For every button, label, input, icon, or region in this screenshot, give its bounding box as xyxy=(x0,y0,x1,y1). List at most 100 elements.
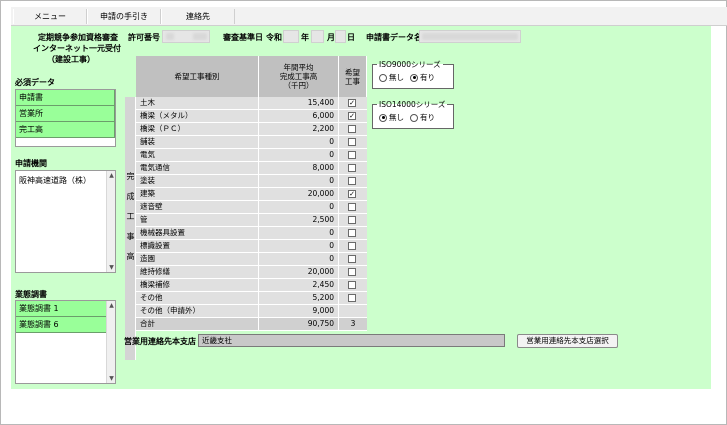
select-branch-button[interactable]: 営業用連絡先本支店選択 xyxy=(517,334,618,348)
amount-cell[interactable]: 9,000 xyxy=(259,305,339,317)
table-row: 塗装 0 xyxy=(136,175,367,188)
desired-cell xyxy=(339,292,367,304)
window-frame: メニュー 申請の手引き 連絡先 定期競争参加資格審査 インターネット一元受付 （… xyxy=(0,0,727,425)
amount-cell[interactable]: 0 xyxy=(259,227,339,239)
amount-cell[interactable]: 0 xyxy=(259,253,339,265)
desired-cell xyxy=(339,266,367,278)
survey-list-scrollbar[interactable]: ▲ ▼ xyxy=(106,301,115,383)
amount-cell[interactable]: 0 xyxy=(259,240,339,252)
work-type-cell: 機械器具設置 xyxy=(136,227,259,239)
list-item-survey-6[interactable]: 業態調書 6 xyxy=(16,317,107,333)
list-item-agency[interactable]: 阪神高速道路（株） xyxy=(19,175,91,186)
review-day-field[interactable] xyxy=(335,30,346,43)
total-count-cell: 3 xyxy=(339,318,367,330)
amount-cell[interactable]: 2,450 xyxy=(259,279,339,291)
amount-cell[interactable]: 15,400 xyxy=(259,97,339,109)
desired-cell xyxy=(339,123,367,135)
work-type-cell: 舗装 xyxy=(136,136,259,148)
row-group-char: 成 xyxy=(126,192,135,201)
iso9000-yes-radio[interactable] xyxy=(410,73,418,82)
scroll-up-icon[interactable]: ▲ xyxy=(107,171,116,180)
desired-checkbox[interactable]: ✓ xyxy=(348,99,356,107)
tab-contact[interactable]: 連絡先 xyxy=(161,9,235,24)
desired-checkbox[interactable]: ✓ xyxy=(348,112,356,120)
redacted-mark xyxy=(166,33,174,40)
desired-cell xyxy=(339,201,367,213)
amount-cell[interactable]: 8,000 xyxy=(259,162,339,174)
amount-cell[interactable]: 0 xyxy=(259,201,339,213)
iso9000-none-label: 無し xyxy=(389,73,404,82)
branch-field[interactable]: 近畿支社 xyxy=(198,334,505,347)
desired-checkbox[interactable] xyxy=(348,268,356,276)
list-item-office[interactable]: 営業所 xyxy=(16,106,115,122)
iso14000-none-radio[interactable] xyxy=(379,113,387,122)
applicant-data-label: 申請書データ名 xyxy=(366,33,422,42)
desired-checkbox[interactable] xyxy=(348,255,356,263)
amount-cell[interactable]: 2,200 xyxy=(259,123,339,135)
desired-checkbox[interactable] xyxy=(348,138,356,146)
desired-checkbox[interactable] xyxy=(348,164,356,172)
desired-checkbox[interactable] xyxy=(348,203,356,211)
list-item-application[interactable]: 申請書 xyxy=(16,90,115,106)
business-survey-label: 業態調書 xyxy=(15,290,47,299)
desired-cell: ✓ xyxy=(339,110,367,122)
table-row: 舗装 0 xyxy=(136,136,367,149)
review-date-label: 審査基準日 xyxy=(223,33,263,42)
desired-checkbox[interactable] xyxy=(348,151,356,159)
amount-cell[interactable]: 0 xyxy=(259,136,339,148)
work-type-cell: 電気通信 xyxy=(136,162,259,174)
era-label: 令和 xyxy=(266,33,282,42)
desired-checkbox[interactable] xyxy=(348,125,356,133)
amount-cell[interactable]: 0 xyxy=(259,175,339,187)
table-row: その他 5,200 xyxy=(136,292,367,305)
work-type-cell: 標識設置 xyxy=(136,240,259,252)
row-group-header: 完 成 工 事 高 xyxy=(125,97,136,360)
work-type-cell: 維持修繕 xyxy=(136,266,259,278)
agency-list-scrollbar[interactable]: ▲ ▼ xyxy=(106,171,115,272)
desired-checkbox[interactable] xyxy=(348,242,356,250)
amount-cell[interactable]: 20,000 xyxy=(259,266,339,278)
iso14000-yes-radio[interactable] xyxy=(410,113,418,122)
tab-menu[interactable]: メニュー xyxy=(13,9,87,24)
tab-application-guide[interactable]: 申請の手引き xyxy=(87,9,161,24)
work-type-cell: 塗装 xyxy=(136,175,259,187)
amount-cell[interactable]: 5,200 xyxy=(259,292,339,304)
table-row: 建築 20,000 ✓ xyxy=(136,188,367,201)
work-type-cell: 橋梁（メタル） xyxy=(136,110,259,122)
work-type-cell: 橋梁（ＰＣ） xyxy=(136,123,259,135)
amount-cell[interactable]: 0 xyxy=(259,149,339,161)
desired-checkbox[interactable] xyxy=(348,294,356,302)
review-year-field[interactable] xyxy=(283,30,299,43)
desired-checkbox[interactable] xyxy=(348,216,356,224)
table-row: 電気 0 xyxy=(136,149,367,162)
desired-checkbox[interactable] xyxy=(348,229,356,237)
iso9000-none-radio[interactable] xyxy=(379,73,387,82)
scroll-down-icon[interactable]: ▼ xyxy=(107,263,116,272)
column-header-annual-average: 年間平均 完成工事高 （千円） xyxy=(259,56,339,97)
desired-checkbox[interactable]: ✓ xyxy=(348,190,356,198)
desired-cell xyxy=(339,149,367,161)
desired-checkbox[interactable] xyxy=(348,177,356,185)
required-data-list: 申請書 営業所 完工高 xyxy=(15,89,116,147)
table-row: 電気通信 8,000 xyxy=(136,162,367,175)
table-row: 遮音壁 0 xyxy=(136,201,367,214)
iso14000-none-label: 無し xyxy=(389,113,404,122)
amount-cell[interactable]: 2,500 xyxy=(259,214,339,226)
review-month-field[interactable] xyxy=(311,30,324,43)
work-type-cell: 造園 xyxy=(136,253,259,265)
required-data-label: 必須データ xyxy=(15,78,55,87)
amount-cell[interactable]: 6,000 xyxy=(259,110,339,122)
list-item-completion-amount[interactable]: 完工高 xyxy=(16,122,115,138)
iso14000-group: ISO14000シリーズ 無し 有り xyxy=(372,99,454,129)
iso14000-legend: ISO14000シリーズ xyxy=(379,100,446,109)
redacted-mark xyxy=(193,33,207,40)
list-item-survey-1[interactable]: 業態調書 1 xyxy=(16,301,107,317)
scroll-down-icon[interactable]: ▼ xyxy=(107,374,116,383)
desired-checkbox[interactable] xyxy=(348,281,356,289)
amount-cell[interactable]: 20,000 xyxy=(259,188,339,200)
scroll-up-icon[interactable]: ▲ xyxy=(107,301,116,310)
month-suffix: 月 xyxy=(327,33,335,42)
desired-cell xyxy=(339,136,367,148)
year-suffix: 年 xyxy=(301,33,309,42)
iso9000-legend: ISO9000シリーズ xyxy=(379,60,441,69)
